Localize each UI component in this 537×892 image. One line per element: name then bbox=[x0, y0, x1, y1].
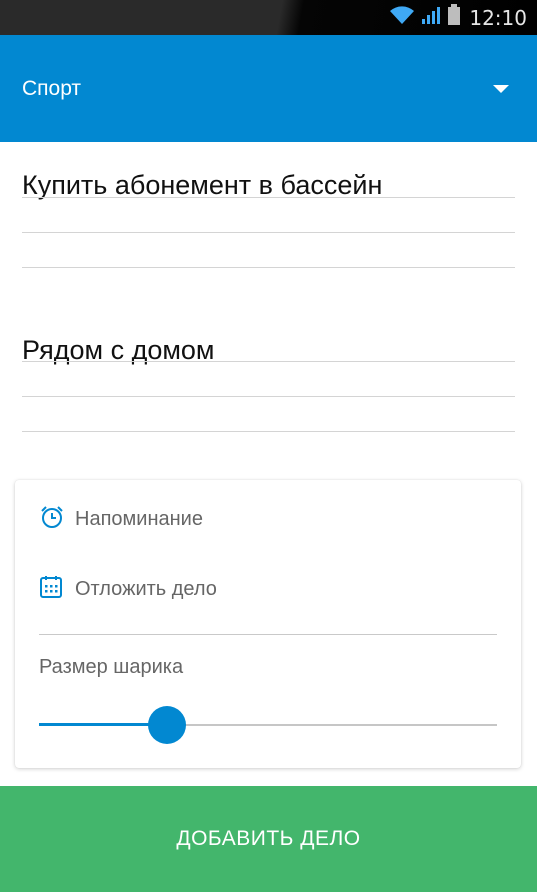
postpone-label: Отложить дело bbox=[75, 578, 217, 600]
task-title-field[interactable]: Купить абонемент в бассейн bbox=[22, 160, 515, 270]
reminder-option[interactable]: Напоминание bbox=[39, 504, 203, 535]
alarm-clock-icon bbox=[39, 504, 65, 535]
options-card: Напоминание Отложить дело Размер шарика bbox=[15, 480, 521, 768]
add-task-label: ДОБАВИТЬ ДЕЛО bbox=[176, 827, 361, 850]
signal-icon bbox=[421, 5, 441, 30]
text-line bbox=[22, 361, 515, 362]
text-line bbox=[22, 431, 515, 432]
text-line bbox=[22, 232, 515, 233]
divider bbox=[39, 634, 497, 635]
calendar-icon bbox=[39, 574, 65, 605]
reminder-label: Напоминание bbox=[75, 508, 203, 530]
add-task-button[interactable]: ДОБАВИТЬ ДЕЛО bbox=[0, 786, 537, 892]
status-icons bbox=[389, 4, 461, 31]
status-bar: 12:10 bbox=[0, 0, 537, 35]
triangle-down-icon[interactable] bbox=[493, 84, 509, 93]
category-dropdown[interactable]: Спорт bbox=[0, 35, 537, 142]
ball-size-label: Размер шарика bbox=[39, 656, 184, 678]
postpone-option[interactable]: Отложить дело bbox=[39, 574, 217, 605]
text-line bbox=[22, 197, 515, 198]
wifi-icon bbox=[389, 5, 415, 30]
text-line bbox=[22, 267, 515, 268]
ball-size-slider[interactable] bbox=[39, 705, 497, 745]
status-time: 12:10 bbox=[469, 5, 527, 30]
task-note-field[interactable]: Рядом с домом bbox=[22, 325, 515, 435]
battery-icon bbox=[447, 4, 461, 31]
slider-thumb[interactable] bbox=[148, 706, 187, 744]
text-line bbox=[22, 396, 515, 397]
category-label: Спорт bbox=[22, 76, 82, 100]
